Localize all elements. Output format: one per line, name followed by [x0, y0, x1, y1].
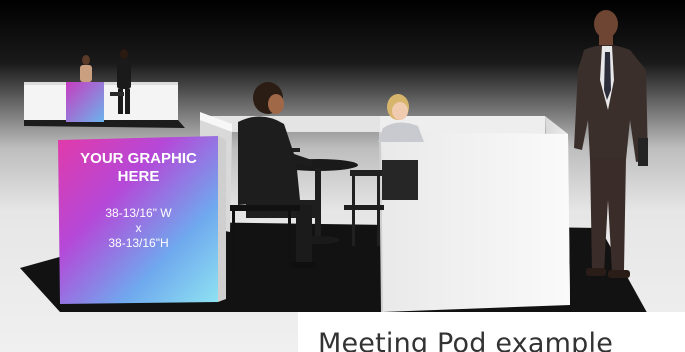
caption-text: Meeting Pod example	[318, 328, 614, 352]
pod-wall-front-right	[380, 132, 570, 312]
small-graphic-panel	[66, 82, 104, 122]
graphic-panel-text: YOUR GRAPHIC HERE 38-13/16" W x 38-13/16…	[60, 150, 217, 251]
graphic-title-line2: HERE	[117, 168, 160, 185]
graphic-title-line1: YOUR GRAPHIC	[80, 150, 197, 167]
caption-box: Meeting Pod example	[298, 312, 685, 352]
graphic-dimension-x: x	[135, 221, 142, 235]
graphic-dimension-width: 38-13/16" W	[105, 206, 172, 220]
scene-render: YOUR GRAPHIC HERE 38-13/16" W x 38-13/16…	[0, 0, 685, 352]
graphic-dimension-height: 38-13/16"H	[108, 236, 169, 250]
